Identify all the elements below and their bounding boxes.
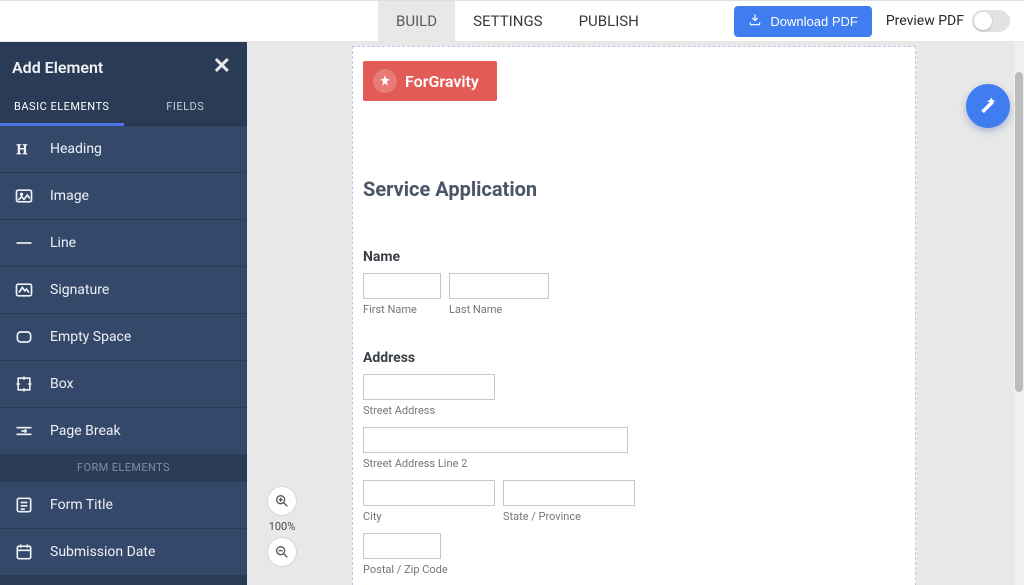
brand-badge: ForGravity <box>363 61 497 101</box>
state-input[interactable] <box>503 480 635 506</box>
toggle-knob <box>974 12 992 30</box>
last-name-input[interactable] <box>449 273 549 299</box>
form-title: Service Application <box>363 177 905 201</box>
sidebar-item-page-break[interactable]: Page Break <box>0 407 247 454</box>
sidebar-item-label: Heading <box>50 141 102 157</box>
sidebar-header: Add Element ✕ <box>0 42 247 90</box>
postal-input[interactable] <box>363 533 441 559</box>
street-address-2-input[interactable] <box>363 427 628 453</box>
zoom-in-button[interactable] <box>267 486 297 516</box>
page-break-icon <box>14 421 34 441</box>
sidebar-item-signature[interactable]: Signature <box>0 266 247 313</box>
canvas: ForGravity Service Application Name Firs… <box>247 42 1024 585</box>
top-bar: BUILD SETTINGS PUBLISH Download PDF Prev… <box>0 0 1024 41</box>
field-label-name: Name <box>363 249 905 265</box>
heading-icon: H <box>14 139 34 159</box>
sidebar: Add Element ✕ BASIC ELEMENTS FIELDS H He… <box>0 42 247 585</box>
magic-wand-button[interactable] <box>966 84 1010 128</box>
sidebar-item-label: Form Title <box>50 497 113 513</box>
scrollbar-thumb[interactable] <box>1015 72 1023 392</box>
close-icon[interactable]: ✕ <box>213 56 231 78</box>
download-label: Download PDF <box>770 14 857 29</box>
state-sublabel: State / Province <box>503 510 635 523</box>
signature-icon <box>14 280 34 300</box>
sidebar-tabs: BASIC ELEMENTS FIELDS <box>0 90 247 126</box>
tab-publish[interactable]: PUBLISH <box>561 1 657 41</box>
field-address: Address Street Address Street Address Li… <box>363 350 905 576</box>
sidebar-item-image[interactable]: Image <box>0 172 247 219</box>
top-right: Download PDF Preview PDF <box>734 1 1024 41</box>
street-address-sublabel: Street Address <box>363 404 905 417</box>
pdf-page[interactable]: ForGravity Service Application Name Firs… <box>352 46 916 585</box>
last-name-sublabel: Last Name <box>449 303 549 316</box>
sidebar-item-label: Line <box>50 235 76 251</box>
first-name-input[interactable] <box>363 273 441 299</box>
first-name-sublabel: First Name <box>363 303 441 316</box>
sidebar-tab-basic-elements[interactable]: BASIC ELEMENTS <box>0 90 124 125</box>
sidebar-item-heading[interactable]: H Heading <box>0 126 247 172</box>
empty-space-icon <box>14 327 34 347</box>
wand-icon <box>978 94 998 118</box>
preview-pdf-toggle-group: Preview PDF <box>886 10 1010 32</box>
sidebar-tab-fields[interactable]: FIELDS <box>124 90 248 125</box>
preview-label: Preview PDF <box>886 13 964 29</box>
city-input[interactable] <box>363 480 495 506</box>
preview-toggle[interactable] <box>972 10 1010 32</box>
field-label-address: Address <box>363 350 905 366</box>
tab-settings[interactable]: SETTINGS <box>455 1 561 41</box>
street-address-2-sublabel: Street Address Line 2 <box>363 457 905 470</box>
top-tabs: BUILD SETTINGS PUBLISH <box>378 1 657 41</box>
zoom-level: 100% <box>269 520 296 533</box>
sidebar-item-label: Image <box>50 188 89 204</box>
sidebar-item-label: Empty Space <box>50 329 131 345</box>
brand-text: ForGravity <box>405 72 479 91</box>
form-title-icon <box>14 495 34 515</box>
submission-date-icon <box>14 542 34 562</box>
sidebar-item-line[interactable]: Line <box>0 219 247 266</box>
sidebar-item-label: Signature <box>50 282 109 298</box>
svg-text:H: H <box>17 142 28 158</box>
zoom-controls: 100% <box>265 486 299 567</box>
image-icon <box>14 186 34 206</box>
sidebar-title: Add Element <box>12 58 103 77</box>
box-icon <box>14 374 34 394</box>
sidebar-group-form-elements: FORM ELEMENTS <box>0 454 247 481</box>
tab-build[interactable]: BUILD <box>378 1 455 41</box>
sidebar-item-label: Page Break <box>50 423 121 439</box>
sidebar-item-empty-space[interactable]: Empty Space <box>0 313 247 360</box>
sidebar-item-label: Submission Date <box>50 544 155 560</box>
window-scrollbar[interactable] <box>1014 42 1024 585</box>
city-sublabel: City <box>363 510 495 523</box>
download-pdf-button[interactable]: Download PDF <box>734 6 871 37</box>
sidebar-item-form-title[interactable]: Form Title <box>0 481 247 528</box>
sidebar-item-label: Box <box>50 376 74 392</box>
line-icon <box>14 233 34 253</box>
sidebar-item-submission-date[interactable]: Submission Date <box>0 528 247 575</box>
brand-icon <box>373 69 397 93</box>
field-name: Name First Name Last Name <box>363 249 905 316</box>
street-address-input[interactable] <box>363 374 495 400</box>
page-inner: ForGravity Service Application Name Firs… <box>353 47 915 585</box>
sidebar-item-box[interactable]: Box <box>0 360 247 407</box>
zoom-out-button[interactable] <box>267 537 297 567</box>
postal-sublabel: Postal / Zip Code <box>363 563 905 576</box>
download-icon <box>748 13 762 30</box>
sidebar-items: H Heading Image Line Signature <box>0 126 247 585</box>
